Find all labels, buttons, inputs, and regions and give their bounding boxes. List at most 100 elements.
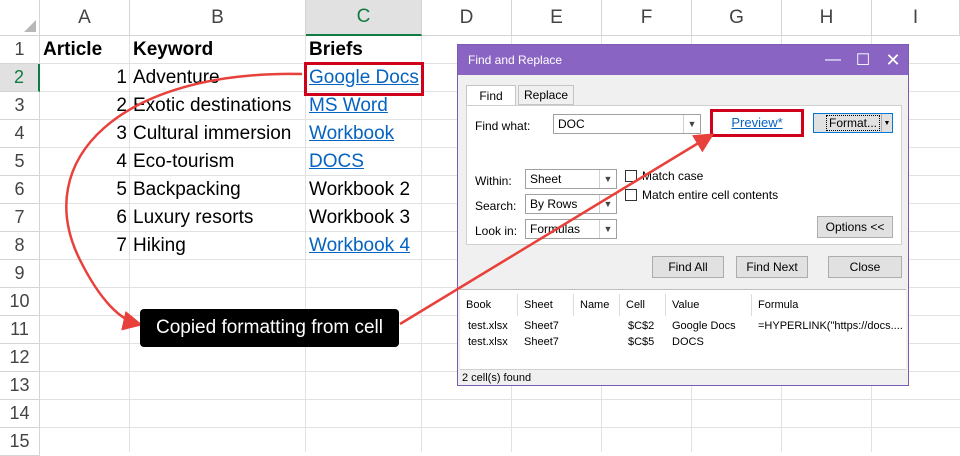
row-header-9[interactable]: 9 (0, 260, 40, 288)
cell-keyword[interactable]: Luxury resorts (130, 204, 306, 232)
row-header-1[interactable]: 1 (0, 36, 40, 64)
row-header-8[interactable]: 8 (0, 232, 40, 260)
row-header-10[interactable]: 10 (0, 288, 40, 316)
chevron-down-icon[interactable]: ▼ (599, 170, 616, 188)
cell-brief-link[interactable]: MS Word (306, 92, 422, 120)
look-in-label: Look in: (475, 224, 518, 238)
row-header-2[interactable]: 2 (0, 64, 40, 92)
result-value: Google Docs (672, 320, 736, 332)
result-book: test.xlsx (468, 320, 508, 332)
status-bar: 2 cell(s) found (460, 369, 906, 385)
row-header-11[interactable]: 11 (0, 316, 40, 344)
cell-article-number[interactable]: 6 (40, 204, 130, 232)
column-header-g[interactable]: G (692, 0, 782, 36)
result-value: DOCS (672, 336, 704, 348)
within-value: Sheet (530, 172, 562, 186)
select-all-corner[interactable] (0, 0, 40, 36)
results-header-book[interactable]: Book (460, 294, 518, 316)
cell-article-number[interactable]: 5 (40, 176, 130, 204)
chevron-down-icon[interactable]: ▼ (599, 220, 616, 238)
cell-article-number[interactable]: 3 (40, 120, 130, 148)
format-button[interactable]: Format... ▼ (813, 113, 893, 133)
results-header-sheet[interactable]: Sheet (518, 294, 574, 316)
row-header-12[interactable]: 12 (0, 344, 40, 372)
cell-article-number[interactable]: 7 (40, 232, 130, 260)
close-icon[interactable]: ✕ (878, 45, 908, 75)
cell-keyword[interactable]: Cultural immersion (130, 120, 306, 148)
cell-brief[interactable]: Workbook 2 (306, 176, 422, 204)
dialog-title: Find and Replace (468, 53, 563, 67)
minimize-icon[interactable]: — (818, 45, 848, 75)
find-what-input[interactable]: DOC ▼ (553, 114, 701, 134)
row-header-7[interactable]: 7 (0, 204, 40, 232)
highlight-box-preview (710, 109, 804, 137)
find-next-button[interactable]: Find Next (736, 256, 808, 278)
result-cell: $C$2 (628, 320, 655, 332)
search-value: By Rows (530, 197, 578, 211)
result-formula: =HYPERLINK("https://docs.... (758, 320, 903, 332)
cell-brief[interactable]: Workbook 3 (306, 204, 422, 232)
cell-article-number[interactable]: 1 (40, 64, 130, 92)
result-sheet: Sheet7 (524, 336, 559, 348)
column-header-i[interactable]: I (872, 0, 960, 36)
find-options-panel: Find what: DOC ▼ Preview* Format... ▼ Wi… (466, 105, 902, 245)
cell-article-number[interactable]: 2 (40, 92, 130, 120)
find-what-label: Find what: (475, 119, 531, 133)
results-header-name[interactable]: Name (574, 294, 620, 316)
gridline (40, 427, 960, 428)
highlight-box-c2 (304, 62, 424, 96)
column-header-a[interactable]: A (40, 0, 130, 36)
cell-keyword[interactable]: Backpacking (130, 176, 306, 204)
tab-find[interactable]: Find (466, 85, 516, 106)
gridline (40, 399, 960, 400)
cell-keyword[interactable]: Exotic destinations (130, 92, 306, 120)
result-cell: $C$5 (628, 336, 655, 348)
cell-keyword[interactable]: Eco-tourism (130, 148, 306, 176)
match-entire-checkbox[interactable] (625, 189, 637, 201)
results-header-cell[interactable]: Cell (620, 294, 666, 316)
look-in-value: Formulas (530, 222, 581, 236)
dialog-titlebar[interactable]: Find and Replace — ☐ ✕ (458, 45, 908, 75)
row-header-6[interactable]: 6 (0, 176, 40, 204)
match-entire-label: Match entire cell contents (642, 188, 779, 202)
chevron-down-icon[interactable]: ▼ (881, 114, 892, 132)
row-header-3[interactable]: 3 (0, 92, 40, 120)
row-header-14[interactable]: 14 (0, 400, 40, 428)
cell-keyword[interactable]: Adventure (130, 64, 306, 92)
close-button[interactable]: Close (828, 256, 902, 278)
results-header-formula[interactable]: Formula (752, 294, 906, 316)
match-case-checkbox[interactable] (625, 170, 637, 182)
cell-b1-keyword-header[interactable]: Keyword (130, 36, 306, 64)
row-header-13[interactable]: 13 (0, 372, 40, 400)
cell-brief-link[interactable]: Workbook (306, 120, 422, 148)
column-header-d[interactable]: D (422, 0, 512, 36)
results-header-value[interactable]: Value (666, 294, 752, 316)
row-header-4[interactable]: 4 (0, 120, 40, 148)
column-header-f[interactable]: F (602, 0, 692, 36)
chevron-down-icon[interactable]: ▼ (683, 115, 700, 133)
result-sheet: Sheet7 (524, 320, 559, 332)
cell-brief-link[interactable]: DOCS (306, 148, 422, 176)
cell-brief-link[interactable]: Workbook 4 (306, 232, 422, 260)
find-all-button[interactable]: Find All (652, 256, 724, 278)
cell-a1-article-header[interactable]: Article (40, 36, 130, 64)
search-select[interactable]: By Rows ▼ (525, 194, 617, 214)
find-replace-dialog: Find and Replace — ☐ ✕ Find Replace Find… (457, 44, 909, 386)
column-header-c[interactable]: C (306, 0, 422, 36)
look-in-select[interactable]: Formulas ▼ (525, 219, 617, 239)
column-header-b[interactable]: B (130, 0, 306, 36)
maximize-icon[interactable]: ☐ (848, 45, 878, 75)
search-label: Search: (475, 199, 517, 213)
cell-c1-briefs-header[interactable]: Briefs (306, 36, 422, 64)
options-button[interactable]: Options << (817, 216, 893, 238)
match-case-label: Match case (642, 169, 704, 183)
cell-keyword[interactable]: Hiking (130, 232, 306, 260)
tab-replace[interactable]: Replace (518, 85, 574, 105)
column-header-e[interactable]: E (512, 0, 602, 36)
column-header-h[interactable]: H (782, 0, 872, 36)
row-header-5[interactable]: 5 (0, 148, 40, 176)
within-select[interactable]: Sheet ▼ (525, 169, 617, 189)
annotation-callout: Copied formatting from cell (140, 309, 399, 347)
chevron-down-icon[interactable]: ▼ (599, 195, 616, 213)
cell-article-number[interactable]: 4 (40, 148, 130, 176)
